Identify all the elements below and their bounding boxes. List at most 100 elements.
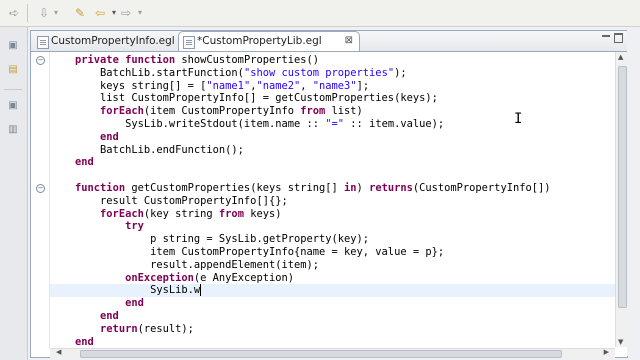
code-line[interactable]: forEach(key string from keys) (50, 208, 615, 221)
strip-divider (4, 89, 22, 90)
code-text: ); (394, 66, 407, 79)
fold-marker-icon[interactable]: − (36, 56, 45, 65)
code-text: :: item.value); (344, 118, 445, 130)
code-keyword: end (75, 335, 94, 348)
code-text: BatchLib.startFunction( (100, 66, 244, 79)
run-icon[interactable]: ➪ (6, 5, 22, 21)
overview-ruler (627, 30, 640, 356)
editor-tab-bar: CustomPropertyInfo.egl *CustomPropertyLi… (31, 31, 627, 52)
code-line[interactable]: keys string[] = ["name1","name2", "name3… (50, 80, 615, 93)
code-text: (result); (137, 322, 194, 335)
code-line[interactable]: list CustomPropertyInfo[] = getCustomPro… (50, 92, 615, 105)
code-line[interactable]: result CustomPropertyInfo[]{}; (50, 195, 615, 208)
code-line[interactable]: function getCustomProperties(keys string… (50, 182, 615, 195)
code-text: ]; (356, 79, 370, 92)
code-text: ) (356, 182, 370, 194)
code-text: (e AnyException) (193, 271, 294, 284)
code-text: SysLib.w (150, 284, 201, 297)
code-keyword: onException (125, 271, 194, 284)
package-explorer-icon[interactable]: ▤ (6, 63, 20, 77)
code-line[interactable]: end (50, 131, 615, 144)
code-line[interactable]: BatchLib.endFunction(); (50, 144, 615, 157)
code-editor[interactable]: private function showCustomProperties() … (50, 52, 615, 348)
code-line[interactable]: try (50, 220, 615, 233)
code-line[interactable] (50, 169, 615, 182)
code-keyword: end (125, 297, 144, 310)
code-string: "show custom properties" (243, 66, 395, 79)
code-line[interactable]: end (50, 297, 615, 310)
code-line[interactable]: SysLib.w (50, 284, 615, 298)
code-keyword: returns (369, 182, 413, 194)
text-cursor-icon: I (514, 111, 523, 127)
code-line[interactable]: private function showCustomProperties() (50, 54, 615, 67)
code-keyword: from (218, 207, 244, 220)
code-line[interactable]: BatchLib.startFunction("show custom prop… (50, 67, 615, 80)
tab-label: CustomPropertyInfo.egl (51, 35, 175, 47)
code-line[interactable]: end (50, 156, 615, 169)
scroll-up-icon[interactable]: ▲ (618, 53, 623, 61)
code-string: "name3" (312, 79, 357, 92)
code-text: (CustomPropertyInfo[]) (412, 182, 551, 194)
marker-icon[interactable]: ✎ (72, 5, 88, 21)
main-toolbar: ➪ ⇩ ▾ ✎ ⇦ ▾ ⇨ ▾ (0, 0, 640, 27)
egl-file-icon (37, 36, 49, 49)
code-keyword: private function (75, 54, 176, 66)
scroll-right-icon[interactable]: ▶ (604, 348, 609, 356)
toolbar-separator (27, 4, 28, 22)
scroll-left-icon[interactable]: ◀ (56, 348, 61, 356)
code-text: (item CustomPropertyInfo (143, 105, 301, 118)
code-keyword: forEach (100, 207, 144, 220)
code-line[interactable]: result.appendElement(item); (50, 259, 615, 272)
code-text: keys) (243, 207, 282, 220)
code-text: SysLib.writeStdout(item.name :: (125, 118, 326, 130)
code-keyword: in (344, 182, 357, 194)
code-keyword: end (75, 156, 94, 169)
code-text: BatchLib.endFunction(); (100, 143, 244, 156)
code-text: result CustomPropertyInfo[]{}; (100, 194, 288, 207)
code-keyword: return (100, 322, 138, 335)
code-string: "=" (325, 118, 345, 130)
code-string: "name1" (206, 79, 251, 92)
code-text: (key string (143, 207, 219, 220)
tab-label: *CustomPropertyLib.egl (197, 35, 322, 47)
fold-marker-icon[interactable]: − (36, 184, 45, 193)
code-text: keys string[] = [ (100, 79, 207, 92)
close-icon[interactable]: ⊠ (345, 32, 353, 50)
code-string: "name2" (256, 79, 301, 92)
tab-custom-property-lib[interactable]: *CustomPropertyLib.egl ⊠ (178, 31, 360, 51)
code-line[interactable]: p string = SysLib.getProperty(key); (50, 233, 615, 246)
code-keyword: end (100, 130, 119, 143)
chevron-down-icon[interactable]: ▾ (132, 5, 148, 21)
left-view-strip: ▣ ▤ ▣ ▥ (0, 27, 28, 360)
vertical-scroll-thumb[interactable] (618, 66, 627, 308)
code-keyword: from (300, 105, 326, 118)
code-line[interactable]: end (50, 336, 615, 348)
restore-icon[interactable]: ▣ (6, 39, 20, 53)
horizontal-scrollbar[interactable]: ◀ ▶ (50, 348, 615, 358)
maximize-icon[interactable] (614, 33, 623, 43)
code-line[interactable]: SysLib.writeStdout(item.name :: "=" :: i… (50, 118, 615, 131)
code-text: list) (325, 105, 363, 118)
code-text: list CustomPropertyInfo[] = getCustomPro… (100, 92, 438, 105)
code-line[interactable]: return(result); (50, 323, 615, 336)
outline-icon[interactable]: ▥ (6, 123, 20, 137)
code-text: result.appendElement(item); (150, 258, 319, 271)
chevron-down-icon[interactable]: ▾ (48, 5, 64, 21)
restore-icon[interactable]: ▣ (6, 99, 20, 113)
scroll-down-icon[interactable]: ▼ (618, 338, 623, 346)
code-keyword: end (100, 310, 119, 322)
code-text: p string = SysLib.getProperty(key); (150, 233, 370, 246)
editor-frame: CustomPropertyInfo.egl *CustomPropertyLi… (30, 30, 628, 358)
code-keyword: forEach (100, 105, 144, 118)
tab-custom-property-info[interactable]: CustomPropertyInfo.egl (33, 32, 175, 51)
text-caret (200, 284, 202, 297)
horizontal-scroll-thumb[interactable] (80, 350, 562, 358)
code-line[interactable]: end (50, 310, 615, 323)
minimize-icon[interactable] (602, 35, 610, 37)
code-line[interactable]: onException(e AnyException) (50, 272, 615, 285)
code-text: showCustomProperties() (175, 54, 320, 66)
code-line[interactable]: forEach(item CustomPropertyInfo from lis… (50, 105, 615, 118)
code-line[interactable]: item CustomPropertyInfo{name = key, valu… (50, 246, 615, 259)
code-keyword: function (75, 182, 126, 194)
code-text: item CustomPropertyInfo{name = key, valu… (150, 246, 445, 258)
